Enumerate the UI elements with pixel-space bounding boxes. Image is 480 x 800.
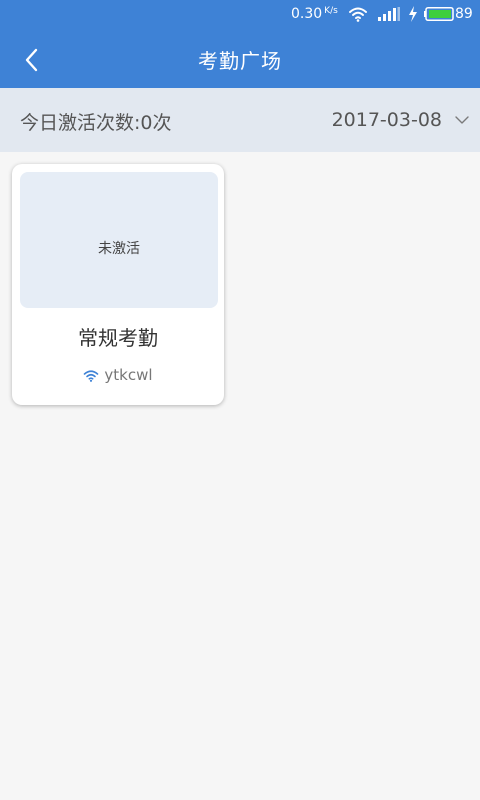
card-status: 未激活	[98, 241, 140, 257]
network-speed-value: 0.30	[291, 6, 323, 22]
card-wifi: ytkcwl	[12, 366, 224, 384]
wifi-icon	[349, 7, 367, 22]
status-bar: 0.30 K/s 89	[0, 0, 480, 30]
filter-bar: 今日激活次数:0次 2017-03-08	[0, 88, 480, 152]
wifi-icon	[84, 369, 99, 382]
page-title: 考勤广场	[198, 49, 282, 73]
network-speed: 0.30 K/s	[291, 6, 338, 22]
chevron-down-icon	[455, 116, 469, 124]
top-bar: 0.30 K/s 89 考勤广场	[0, 0, 480, 88]
card-title: 常规考勤	[78, 326, 158, 350]
attendance-card[interactable]: 未激活 常规考勤 ytkcwl	[12, 164, 224, 405]
battery-level: 89	[455, 6, 473, 22]
battery-icon	[424, 7, 454, 21]
network-speed-unit: K/s	[324, 6, 338, 16]
charging-icon	[409, 6, 417, 22]
card-wifi-name: ytkcwl	[104, 366, 153, 384]
date-value: 2017-03-08	[331, 109, 442, 131]
signal-icon	[378, 7, 400, 21]
activation-count-label: 今日激活次数:0次	[20, 112, 172, 134]
date-picker[interactable]: 2017-03-08	[332, 104, 470, 136]
card-status-box: 未激活	[20, 172, 218, 308]
